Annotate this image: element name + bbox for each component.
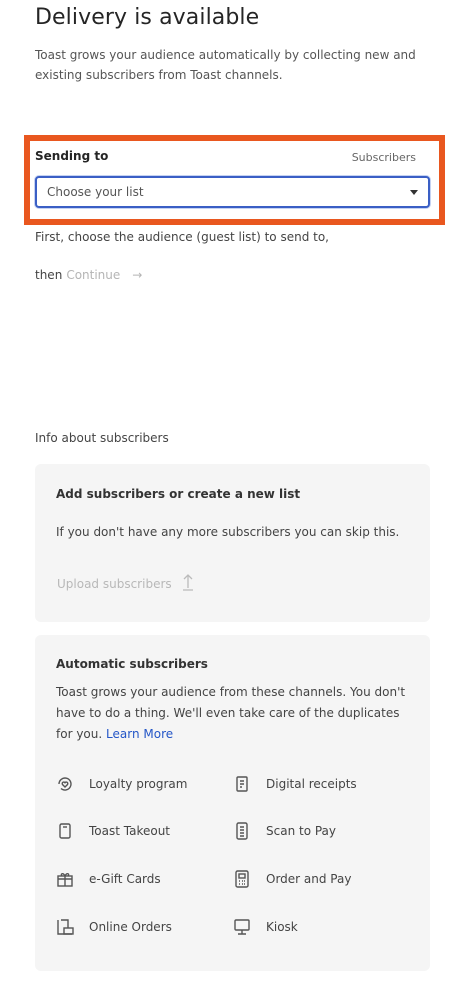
channel-label: Loyalty program bbox=[89, 777, 188, 791]
channel-label: Digital receipts bbox=[266, 777, 357, 791]
channel-label: Toast Takeout bbox=[89, 824, 171, 838]
scan-to-pay-icon bbox=[232, 821, 252, 841]
channel-toast-takeout: Toast Takeout bbox=[55, 821, 170, 841]
channel-online-orders: Online Orders bbox=[55, 917, 172, 937]
automatic-subscribers-card: Automatic subscribers Toast grows your a… bbox=[35, 635, 430, 971]
channel-label: e-Gift Cards bbox=[89, 872, 161, 886]
add-subscribers-title: Add subscribers or create a new list bbox=[56, 487, 301, 501]
channel-loyalty-program: Loyalty program bbox=[55, 774, 187, 794]
continue-button[interactable]: Continue bbox=[66, 268, 120, 282]
list-select[interactable]: Choose your list bbox=[35, 176, 430, 208]
loyalty-icon bbox=[55, 774, 75, 794]
gift-icon bbox=[55, 869, 75, 889]
add-subscribers-card: Add subscribers or create a new list If … bbox=[35, 464, 430, 622]
intro-text: Toast grows your audience automatically … bbox=[35, 48, 416, 82]
subscribers-label: Subscribers bbox=[351, 151, 416, 164]
then-text: then bbox=[35, 268, 63, 282]
channel-scan-to-pay: Scan to Pay bbox=[232, 821, 336, 841]
channel-e-gift-cards: e-Gift Cards bbox=[55, 869, 161, 889]
sending-to-label: Sending to bbox=[35, 149, 109, 163]
add-subscribers-text: If you don't have any more subscribers y… bbox=[56, 525, 400, 539]
audience-hint: First, choose the audience (guest list) … bbox=[35, 230, 329, 244]
channel-order-and-pay: Order and Pay bbox=[232, 869, 351, 889]
continue-row: then Continue → bbox=[35, 268, 142, 282]
online-orders-icon bbox=[55, 917, 75, 937]
channel-label: Order and Pay bbox=[266, 872, 352, 886]
arrow-right-icon: → bbox=[132, 268, 143, 282]
receipt-icon bbox=[232, 774, 252, 794]
channel-label: Kiosk bbox=[266, 920, 298, 934]
order-and-pay-icon bbox=[232, 869, 252, 889]
automatic-subscribers-text: Toast grows your audience from these cha… bbox=[56, 682, 411, 745]
learn-more-link[interactable]: Learn More bbox=[106, 727, 173, 741]
channel-kiosk: Kiosk bbox=[232, 917, 298, 937]
automatic-subscribers-title: Automatic subscribers bbox=[56, 657, 208, 671]
upload-subscribers-button[interactable]: Upload subscribers bbox=[57, 573, 194, 595]
channel-label: Scan to Pay bbox=[266, 824, 337, 838]
kiosk-icon bbox=[232, 917, 252, 937]
channel-label: Online Orders bbox=[89, 920, 172, 934]
channel-digital-receipts: Digital receipts bbox=[232, 774, 357, 794]
page-title: Delivery is available bbox=[35, 5, 260, 30]
chevron-down-icon bbox=[410, 189, 418, 195]
takeout-icon bbox=[55, 821, 75, 841]
list-select-value: Choose your list bbox=[47, 185, 144, 199]
upload-subscribers-label: Upload subscribers bbox=[57, 577, 172, 591]
upload-icon bbox=[182, 573, 194, 595]
info-label: Info about subscribers bbox=[35, 431, 169, 445]
